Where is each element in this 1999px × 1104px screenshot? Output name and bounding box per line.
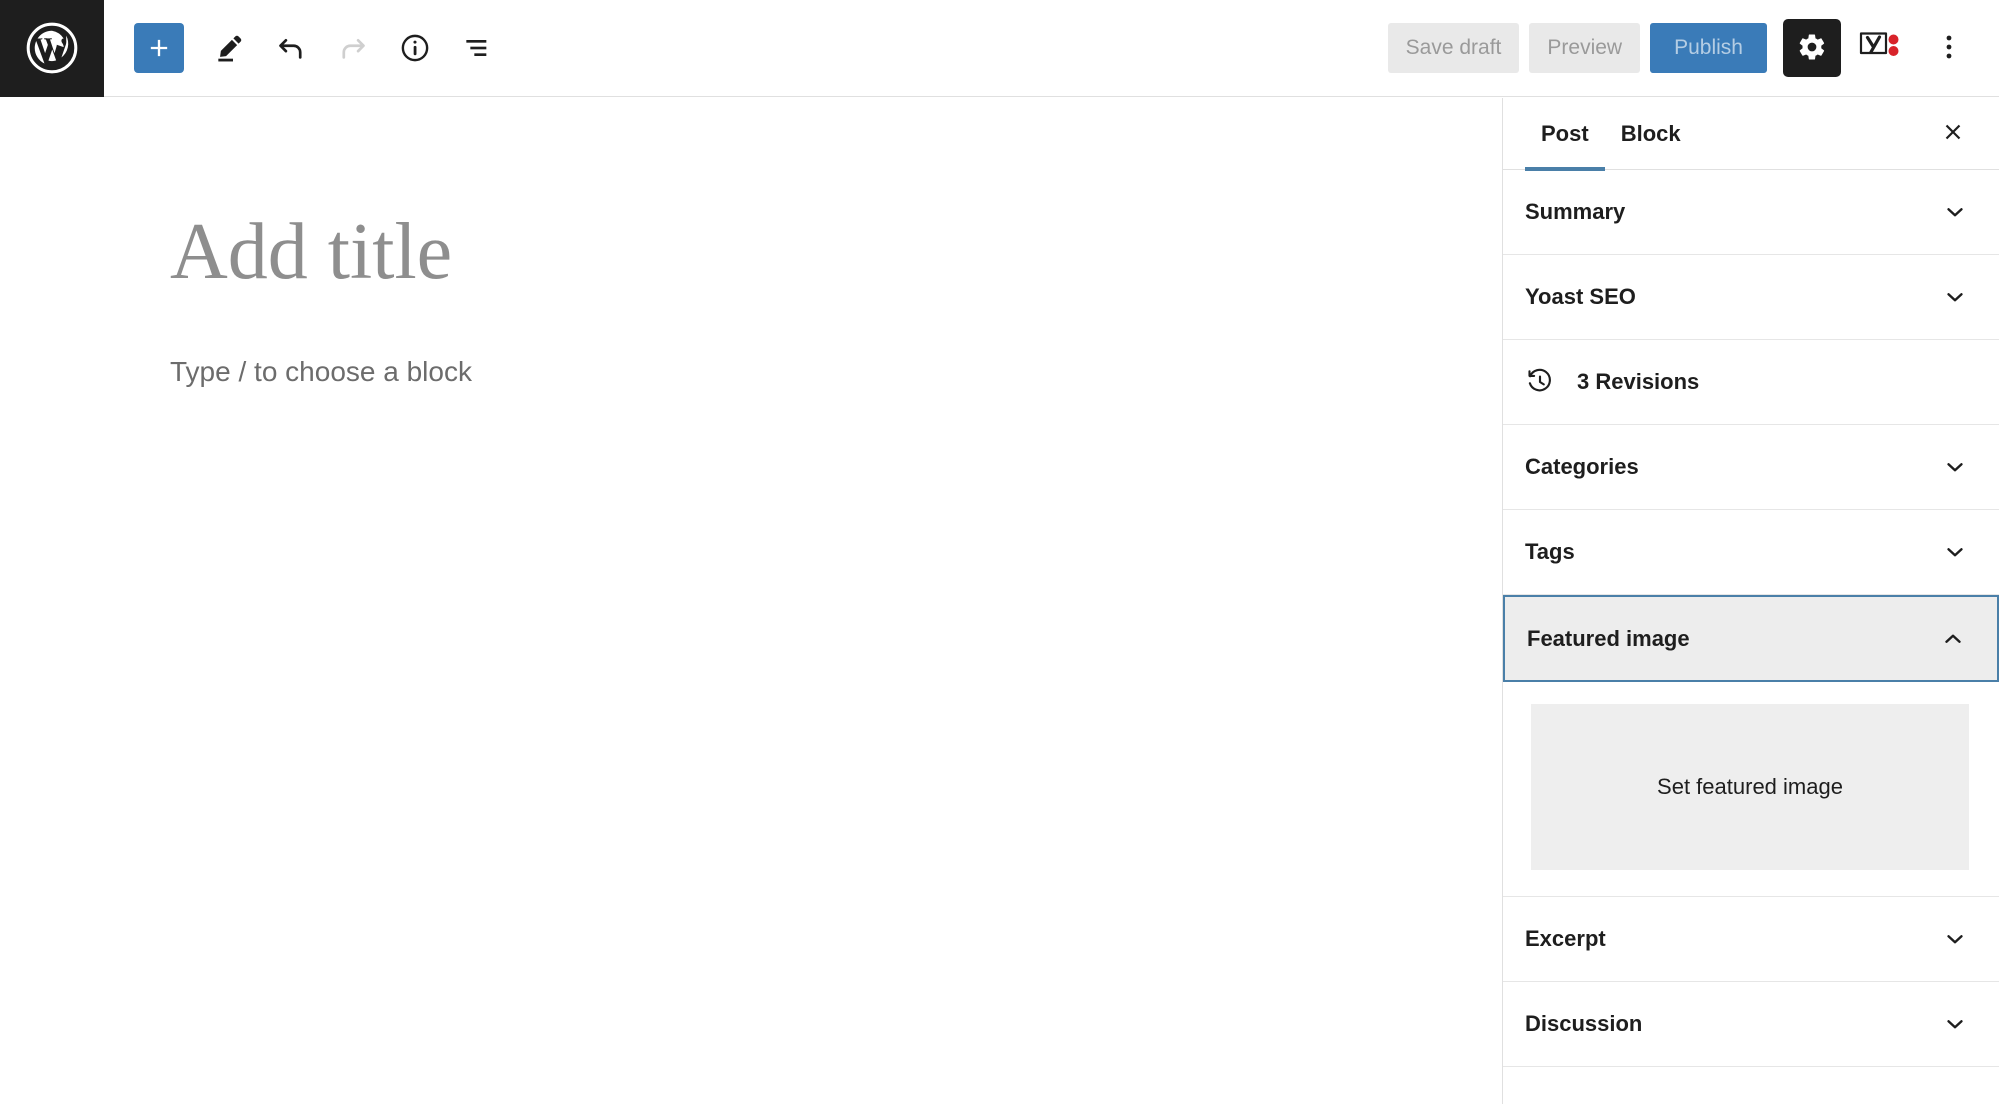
- gear-icon: [1797, 32, 1827, 65]
- undo-button[interactable]: [260, 17, 322, 79]
- panel-yoast-seo-label: Yoast SEO: [1525, 284, 1941, 310]
- panel-discussion-label: Discussion: [1525, 1011, 1941, 1037]
- settings-button[interactable]: [1783, 19, 1841, 77]
- chevron-down-icon: [1941, 539, 1969, 565]
- post-title-input[interactable]: Add title: [170, 208, 452, 296]
- pencil-icon: [213, 32, 245, 64]
- panel-categories[interactable]: Categories: [1503, 425, 1999, 510]
- panel-featured-image[interactable]: Featured image: [1503, 595, 1999, 682]
- redo-button[interactable]: [322, 17, 384, 79]
- tools-edit-button[interactable]: [198, 17, 260, 79]
- chevron-down-icon: [1941, 454, 1969, 480]
- yoast-seo-button[interactable]: [1851, 19, 1911, 77]
- preview-button[interactable]: Preview: [1529, 23, 1640, 73]
- plus-icon: [145, 34, 173, 62]
- tab-block[interactable]: Block: [1605, 98, 1697, 170]
- panel-featured-image-label: Featured image: [1527, 626, 1939, 652]
- sidebar-tablist: Post Block: [1503, 98, 1999, 170]
- panel-tags[interactable]: Tags: [1503, 510, 1999, 595]
- chevron-down-icon: [1941, 199, 1969, 225]
- panel-excerpt-label: Excerpt: [1525, 926, 1941, 952]
- list-view-button[interactable]: [446, 17, 508, 79]
- chevron-down-icon: [1941, 1011, 1969, 1037]
- redo-arrow-icon: [336, 31, 370, 65]
- panel-tags-label: Tags: [1525, 539, 1941, 565]
- editor-toolbar-left: [104, 17, 508, 79]
- editor-canvas[interactable]: Add title Type / to choose a block: [0, 98, 1502, 1104]
- panel-excerpt[interactable]: Excerpt: [1503, 897, 1999, 982]
- save-draft-button[interactable]: Save draft: [1388, 23, 1520, 73]
- add-block-button[interactable]: [134, 23, 184, 73]
- wordpress-block-editor: Save draft Preview Publish: [0, 0, 1999, 1104]
- wordpress-logo-button[interactable]: [0, 0, 104, 97]
- chevron-down-icon: [1941, 926, 1969, 952]
- info-circle-icon: [399, 32, 431, 64]
- settings-sidebar: Post Block Summary Yoast SEO: [1502, 98, 1999, 1104]
- close-icon: [1940, 119, 1966, 148]
- revisions-clock-icon: [1525, 367, 1555, 397]
- panel-discussion[interactable]: Discussion: [1503, 982, 1999, 1067]
- chevron-down-icon: [1941, 284, 1969, 310]
- undo-arrow-icon: [274, 31, 308, 65]
- panel-categories-label: Categories: [1525, 454, 1941, 480]
- set-featured-image-button[interactable]: Set featured image: [1531, 704, 1969, 870]
- panel-summary[interactable]: Summary: [1503, 170, 1999, 255]
- list-view-icon: [461, 32, 493, 64]
- details-button[interactable]: [384, 17, 446, 79]
- yoast-seo-icon: [1858, 29, 1904, 68]
- chevron-up-icon: [1939, 626, 1967, 652]
- panel-yoast-seo[interactable]: Yoast SEO: [1503, 255, 1999, 340]
- kebab-menu-icon: [1936, 32, 1962, 65]
- editor-toolbar-right: Save draft Preview Publish: [1388, 19, 1999, 77]
- more-options-button[interactable]: [1921, 19, 1977, 77]
- close-sidebar-button[interactable]: [1929, 110, 1977, 158]
- tab-post[interactable]: Post: [1525, 98, 1605, 170]
- panel-revisions-label: 3 Revisions: [1577, 369, 1969, 395]
- panel-summary-label: Summary: [1525, 199, 1941, 225]
- block-placeholder-input[interactable]: Type / to choose a block: [170, 356, 472, 388]
- wordpress-logo-icon: [24, 20, 80, 76]
- publish-button[interactable]: Publish: [1650, 23, 1767, 73]
- panel-revisions[interactable]: 3 Revisions: [1503, 340, 1999, 425]
- featured-image-body: Set featured image: [1503, 682, 1999, 897]
- editor-header: Save draft Preview Publish: [0, 0, 1999, 97]
